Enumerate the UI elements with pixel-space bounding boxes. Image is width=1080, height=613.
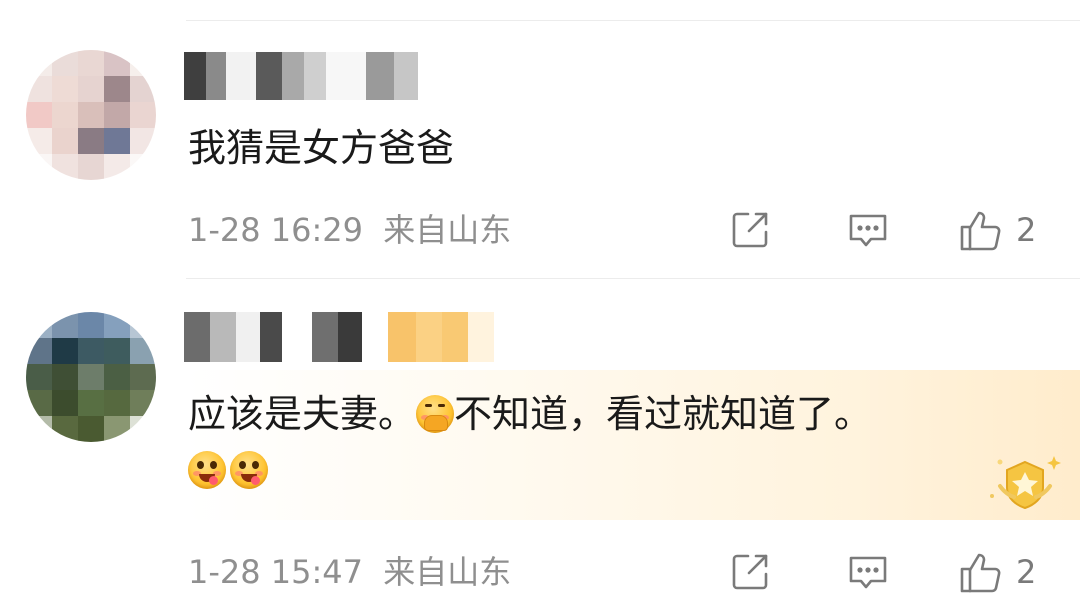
share-icon bbox=[732, 212, 768, 248]
star-shield-badge-icon bbox=[990, 456, 1061, 510]
comment-icon bbox=[849, 556, 887, 589]
comment-icon bbox=[849, 214, 887, 247]
hands-together-emoji bbox=[416, 395, 455, 433]
comment-actions: 2 bbox=[728, 206, 1068, 254]
comment-divider bbox=[186, 278, 1080, 279]
comment-text: 我猜是女方爸爸 bbox=[188, 126, 455, 170]
like-button[interactable]: 2 bbox=[958, 548, 1036, 596]
share-button[interactable] bbox=[728, 206, 772, 254]
share-button[interactable] bbox=[728, 548, 772, 596]
comment-location: 来自山东 bbox=[383, 553, 512, 591]
reply-button[interactable] bbox=[846, 206, 890, 254]
comment-emoji-line bbox=[188, 448, 268, 492]
reply-button[interactable] bbox=[846, 548, 890, 596]
comment-meta: 1-28 15:47 来自山东 bbox=[188, 552, 511, 592]
drooling-face-emoji bbox=[230, 451, 268, 489]
avatar[interactable] bbox=[26, 312, 156, 442]
thumbs-up-icon bbox=[960, 211, 1001, 251]
comment-meta: 1-28 16:29 来自山东 bbox=[188, 210, 511, 250]
username-redacted[interactable] bbox=[184, 312, 494, 362]
avatar[interactable] bbox=[26, 50, 156, 180]
like-button[interactable]: 2 bbox=[958, 206, 1036, 254]
thumbs-up-icon bbox=[960, 553, 1001, 593]
share-icon bbox=[732, 554, 768, 590]
like-count: 2 bbox=[1016, 553, 1037, 591]
top-divider bbox=[186, 20, 1080, 21]
drooling-face-emoji bbox=[188, 451, 226, 489]
comment-location: 来自山东 bbox=[383, 211, 512, 249]
comment-time: 1-28 16:29 bbox=[188, 211, 364, 249]
comment-time: 1-28 15:47 bbox=[188, 553, 364, 591]
comment-actions: 2 bbox=[728, 548, 1068, 596]
like-count: 2 bbox=[1016, 211, 1037, 249]
username-redacted[interactable] bbox=[184, 52, 418, 100]
comment-text: 应该是夫妻。 不知道，看过就知道了。 bbox=[188, 392, 873, 436]
